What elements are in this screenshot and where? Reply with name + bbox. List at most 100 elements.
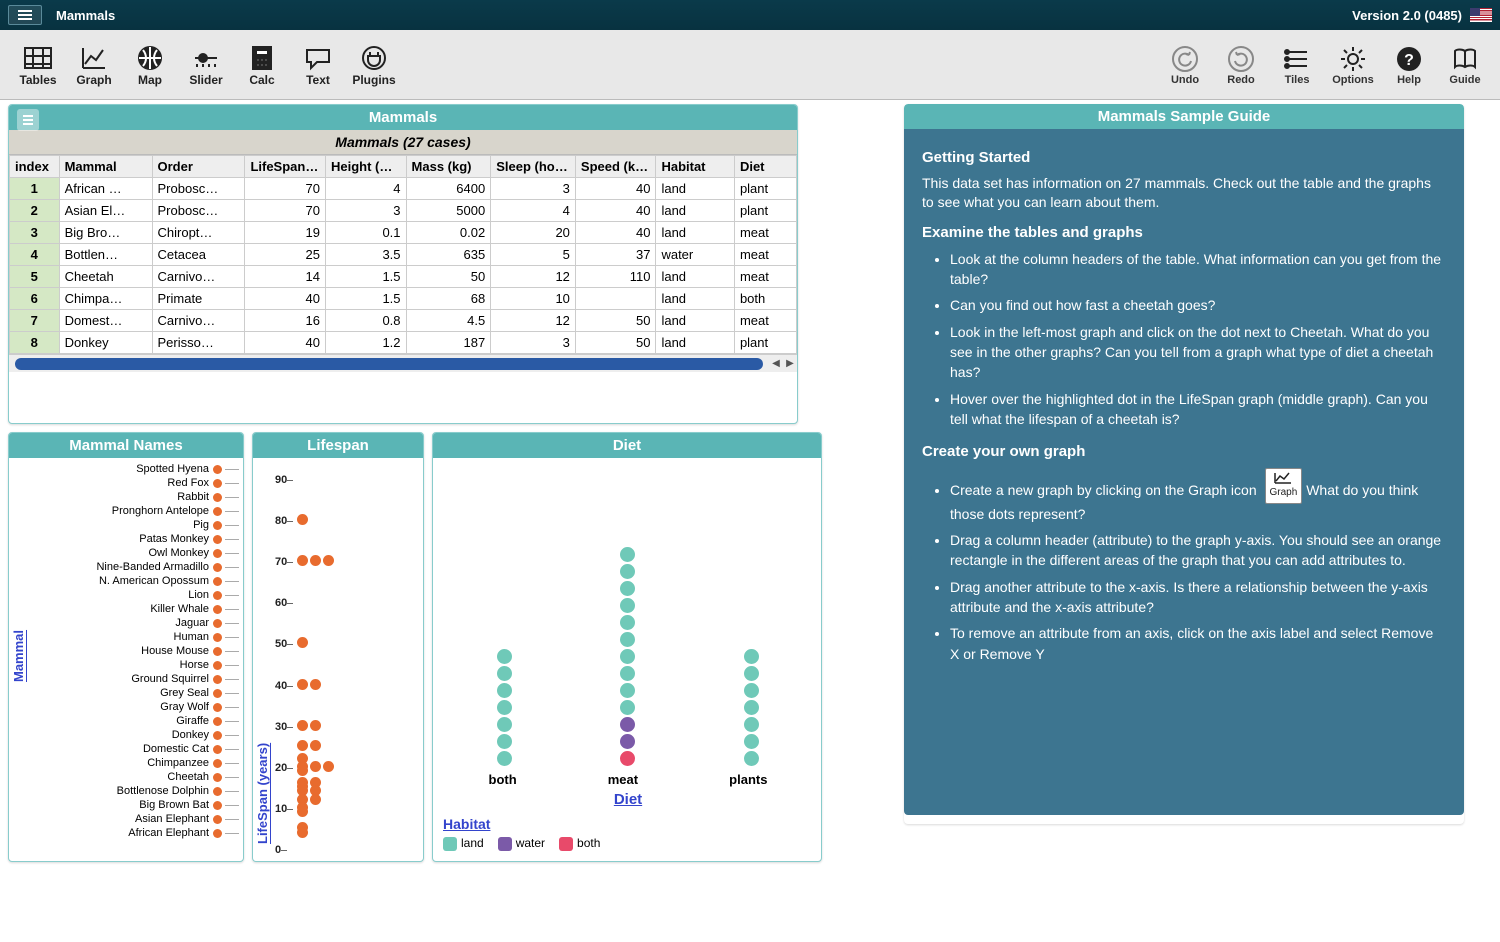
data-point[interactable]: [310, 679, 321, 690]
data-point[interactable]: [213, 731, 222, 740]
diet-dotplot[interactable]: [443, 466, 813, 766]
name-row[interactable]: Gray Wolf: [28, 700, 243, 714]
diet-panel[interactable]: Diet bothmeatplants Diet Habitat landwat…: [432, 432, 822, 862]
table-panel[interactable]: Mammals Mammals (27 cases) indexMammalOr…: [8, 104, 798, 424]
panel-title[interactable]: Diet: [433, 433, 821, 458]
data-point[interactable]: [213, 801, 222, 810]
cell[interactable]: 16: [245, 310, 326, 332]
legend-title[interactable]: Habitat: [443, 816, 813, 832]
data-point[interactable]: [213, 619, 222, 628]
cell[interactable]: Cheetah: [59, 266, 152, 288]
cell[interactable]: 6400: [406, 178, 491, 200]
scroll-left-icon[interactable]: ◀: [769, 357, 783, 371]
name-row[interactable]: Domestic Cat: [28, 742, 243, 756]
name-row[interactable]: Pronghorn Antelope: [28, 504, 243, 518]
data-point[interactable]: [620, 700, 635, 715]
name-row[interactable]: Killer Whale: [28, 602, 243, 616]
data-table[interactable]: indexMammalOrderLifeSpan (years)Height (…: [9, 155, 797, 354]
data-point[interactable]: [213, 507, 222, 516]
cell[interactable]: 2: [10, 200, 60, 222]
data-point[interactable]: [213, 829, 222, 838]
name-row[interactable]: N. American Opossum: [28, 574, 243, 588]
name-row[interactable]: Chimpanzee: [28, 756, 243, 770]
cell[interactable]: Bottlen…: [59, 244, 152, 266]
cell[interactable]: 12: [491, 310, 576, 332]
name-row[interactable]: Pig: [28, 518, 243, 532]
name-row[interactable]: Asian Elephant: [28, 812, 243, 826]
table-row[interactable]: 8DonkeyPerisso…401.2187350landplant: [10, 332, 797, 354]
cell[interactable]: Cetacea: [152, 244, 245, 266]
cell[interactable]: 25: [245, 244, 326, 266]
cell[interactable]: plant: [734, 200, 796, 222]
cell[interactable]: land: [656, 288, 734, 310]
data-point[interactable]: [213, 717, 222, 726]
cell[interactable]: 1.2: [325, 332, 406, 354]
tiles-button[interactable]: Tiles: [1272, 44, 1322, 86]
data-point[interactable]: [620, 615, 635, 630]
horizontal-scrollbar[interactable]: ◀ ▶: [9, 354, 797, 372]
cell[interactable]: 20: [491, 222, 576, 244]
data-point[interactable]: [497, 751, 512, 766]
data-point[interactable]: [620, 564, 635, 579]
data-point[interactable]: [213, 703, 222, 712]
name-row[interactable]: African Elephant: [28, 826, 243, 840]
data-point[interactable]: [297, 827, 308, 838]
cell[interactable]: Probosc…: [152, 200, 245, 222]
data-point[interactable]: [744, 751, 759, 766]
data-point[interactable]: [620, 717, 635, 732]
y-axis-label[interactable]: LifeSpan (years): [255, 498, 270, 844]
list-icon[interactable]: [17, 109, 39, 131]
data-point[interactable]: [213, 591, 222, 600]
cell[interactable]: both: [734, 288, 796, 310]
name-row[interactable]: Jaguar: [28, 616, 243, 630]
data-point[interactable]: [213, 773, 222, 782]
data-point[interactable]: [213, 465, 222, 474]
cell[interactable]: Probosc…: [152, 178, 245, 200]
name-row[interactable]: Ground Squirrel: [28, 672, 243, 686]
cell[interactable]: Perisso…: [152, 332, 245, 354]
data-point[interactable]: [620, 666, 635, 681]
data-point[interactable]: [213, 815, 222, 824]
cell[interactable]: 4.5: [406, 310, 491, 332]
data-point[interactable]: [213, 745, 222, 754]
cell[interactable]: Carnivo…: [152, 310, 245, 332]
cell[interactable]: 0.1: [325, 222, 406, 244]
graph-tool[interactable]: Graph: [66, 35, 122, 95]
options-button[interactable]: Options: [1328, 44, 1378, 86]
data-point[interactable]: [213, 647, 222, 656]
cell[interactable]: Primate: [152, 288, 245, 310]
calc-tool[interactable]: Calc: [234, 35, 290, 95]
name-row[interactable]: Grey Seal: [28, 686, 243, 700]
cell[interactable]: land: [656, 332, 734, 354]
column-header[interactable]: Mass (kg): [406, 156, 491, 178]
cell[interactable]: land: [656, 222, 734, 244]
data-point[interactable]: [497, 666, 512, 681]
cell[interactable]: Carnivo…: [152, 266, 245, 288]
data-point[interactable]: [213, 549, 222, 558]
cell[interactable]: 4: [10, 244, 60, 266]
cell[interactable]: land: [656, 266, 734, 288]
lifespan-panel[interactable]: Lifespan LifeSpan (years) 01020304050607…: [252, 432, 424, 862]
redo-button[interactable]: Redo: [1216, 44, 1266, 86]
diet-column[interactable]: [620, 547, 635, 766]
lifespan-dotplot[interactable]: LifeSpan (years) 0102030405060708090: [253, 458, 423, 854]
cell[interactable]: 4: [491, 200, 576, 222]
cell[interactable]: 7: [10, 310, 60, 332]
cell[interactable]: Asian El…: [59, 200, 152, 222]
cell[interactable]: Chimpa…: [59, 288, 152, 310]
data-point[interactable]: [297, 740, 308, 751]
cell[interactable]: Chiropt…: [152, 222, 245, 244]
data-point[interactable]: [497, 734, 512, 749]
text-tool[interactable]: Text: [290, 35, 346, 95]
panel-title[interactable]: Mammal Names: [9, 433, 243, 458]
cell[interactable]: plant: [734, 178, 796, 200]
cell[interactable]: plant: [734, 332, 796, 354]
data-point[interactable]: [297, 765, 308, 776]
cell[interactable]: 635: [406, 244, 491, 266]
name-row[interactable]: Nine-Banded Armadillo: [28, 560, 243, 574]
panel-title[interactable]: Mammals: [9, 105, 797, 130]
data-point[interactable]: [213, 689, 222, 698]
cell[interactable]: land: [656, 310, 734, 332]
data-point[interactable]: [744, 700, 759, 715]
scroll-right-icon[interactable]: ▶: [783, 357, 797, 371]
